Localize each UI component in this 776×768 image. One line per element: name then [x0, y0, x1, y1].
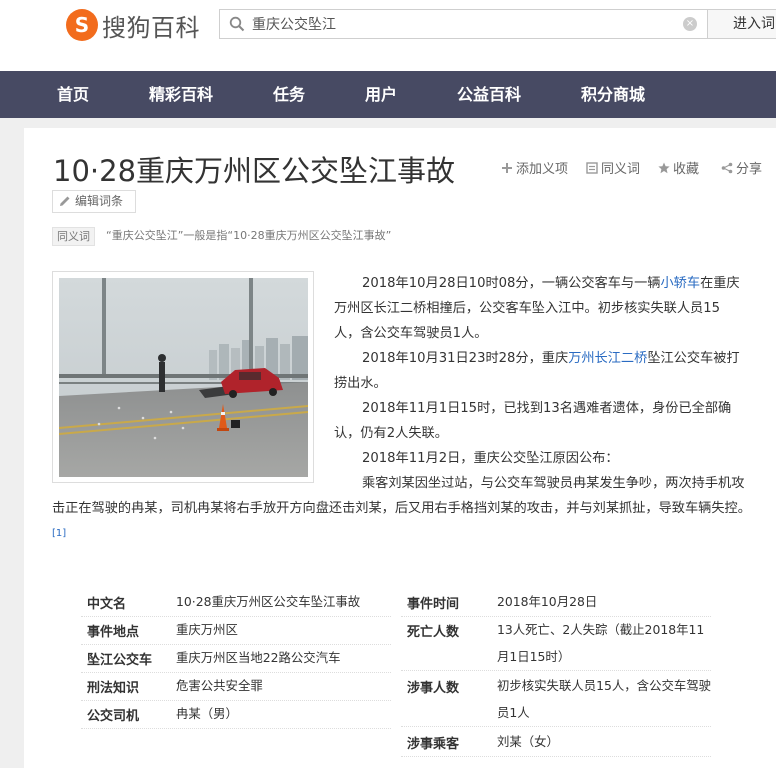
synonym-text: “重庆公交坠江”一般是指“10·28重庆万州区公交坠江事故” [106, 229, 392, 242]
article-photo[interactable] [52, 271, 314, 483]
info-row: 坠江公交车 重庆万州区当地22路公交汽车 [81, 644, 391, 673]
edit-entry-button[interactable]: 编辑词条 [52, 190, 136, 213]
clear-icon[interactable]: × [683, 17, 697, 31]
info-label: 中文名 [87, 597, 127, 612]
share-button[interactable]: 分享 [721, 158, 762, 177]
logo-mark: S [66, 9, 98, 41]
synonym-tag: 同义词 [52, 227, 95, 246]
bridge-accident-photo [59, 278, 308, 477]
reference-link[interactable]: [1] [52, 528, 66, 539]
info-value: 2018年10月28日 [497, 594, 598, 609]
paragraph-4: 2018年11月2日，重庆公交坠江原因公布： [362, 451, 619, 466]
logo-text: 搜狗百科 [102, 13, 200, 42]
enter-entry-button[interactable]: 进入词 [708, 9, 776, 39]
add-synonym-button[interactable]: 添加义项 [501, 158, 568, 177]
sogou-baike-logo[interactable]: S 搜狗百科 [66, 7, 200, 43]
nav-points-mall[interactable]: 积分商城 [581, 71, 645, 118]
info-value: 10·28重庆万州区公交车坠江事故 [176, 594, 361, 609]
nav-tasks[interactable]: 任务 [273, 71, 305, 118]
paragraph-3: 2018年11月1日15时，已找到13名遇难者遗体，身份已全部确认，仍有2人失联… [334, 401, 732, 441]
nav-featured[interactable]: 精彩百科 [149, 71, 213, 118]
info-value: 初步核实失联人员15人，含公交车驾驶员1人 [497, 678, 712, 720]
share-label: 分享 [736, 162, 763, 177]
synonym-entry-button[interactable]: 同义词 [586, 158, 640, 177]
plus-icon [502, 162, 512, 173]
info-value: 重庆万州区 [176, 622, 238, 637]
info-label: 事件时间 [407, 597, 460, 612]
paragraph-1-text-a: 2018年10月28日10时08分，一辆公交客车与一辆 [362, 276, 661, 291]
nav-users[interactable]: 用户 [365, 71, 397, 118]
list-icon [586, 161, 598, 174]
main-nav: 首页 精彩百科 任务 用户 公益百科 积分商城 [0, 71, 776, 118]
info-label: 公交司机 [87, 709, 140, 724]
info-row: 涉事乘客 刘某（女） [401, 728, 711, 757]
info-value: 13人死亡、2人失踪（截止2018年11月1日15时） [497, 622, 705, 664]
info-label: 坠江公交车 [87, 653, 153, 668]
search-icon [229, 16, 245, 32]
add-synonym-label: 添加义项 [516, 162, 569, 177]
link-wanzhou-bridge[interactable]: 万州长江二桥 [568, 351, 647, 366]
edit-entry-label: 编辑词条 [75, 194, 124, 208]
info-label: 涉事乘客 [407, 737, 460, 752]
paragraph-5-text: 乘客刘某因坐过站，与公交车驾驶员冉某发生争吵，两次持手机攻击正在驾驶的冉某，司机… [52, 476, 751, 516]
info-row: 公交司机 冉某（男） [81, 700, 391, 729]
info-row: 死亡人数 13人死亡、2人失踪（截止2018年11月1日15时） [401, 616, 711, 671]
nav-charity[interactable]: 公益百科 [457, 71, 521, 118]
favorite-button[interactable]: 收藏 [658, 158, 699, 177]
pencil-icon [60, 196, 70, 206]
info-row: 刑法知识 危害公共安全罪 [81, 672, 391, 701]
info-row: 事件地点 重庆万州区 [81, 616, 391, 645]
search-input[interactable] [252, 10, 672, 38]
info-value: 重庆万州区当地22路公交汽车 [176, 650, 341, 665]
info-value: 冉某（男） [176, 706, 238, 721]
synonym-entry-label: 同义词 [601, 162, 641, 177]
page-title: 10·28重庆万州区公交坠江事故 [53, 154, 456, 188]
search-box: × [219, 9, 708, 39]
share-icon [721, 162, 733, 173]
favorite-label: 收藏 [673, 162, 700, 177]
law-knowledge-link[interactable]: 危害公共安全罪 [176, 672, 263, 699]
info-label: 事件地点 [87, 625, 140, 640]
paragraph-2: 2018年10月31日23时28分，重庆万州长江二桥坠江公交车被打捞出水。 [334, 346, 746, 396]
paragraph-5: 乘客刘某因坐过站，与公交车驾驶员冉某发生争吵，两次持手机攻击正在驾驶的冉某，司机… [52, 471, 752, 550]
nav-home[interactable]: 首页 [57, 71, 89, 118]
info-label: 死亡人数 [407, 625, 460, 640]
star-icon [658, 162, 670, 173]
info-value: 刘某（女） [497, 734, 559, 749]
info-row: 事件时间 2018年10月28日 [401, 588, 711, 617]
link-car[interactable]: 小轿车 [661, 276, 701, 291]
paragraph-1: 2018年10月28日10时08分，一辆公交客车与一辆小轿车在重庆万州区长江二桥… [334, 271, 746, 346]
info-row: 中文名 10·28重庆万州区公交车坠江事故 [81, 588, 391, 617]
top-header: S 搜狗百科 × 进入词 [0, 0, 776, 71]
paragraph-2-text-a: 2018年10月31日23时28分，重庆 [362, 351, 569, 366]
info-label: 刑法知识 [87, 681, 140, 696]
info-label: 涉事人数 [407, 681, 460, 696]
info-row: 涉事人数 初步核实失联人员15人，含公交车驾驶员1人 [401, 672, 711, 727]
